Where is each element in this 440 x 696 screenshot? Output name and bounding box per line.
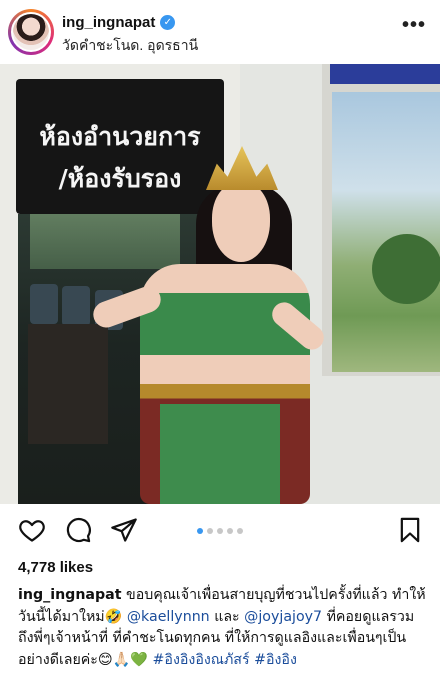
carousel-dot	[217, 528, 223, 534]
photo-painting	[332, 92, 440, 372]
sign-text-line1: ห้องอำนวยการ	[39, 122, 201, 151]
carousel-dot	[237, 528, 243, 534]
carousel-dot	[207, 528, 213, 534]
more-options-icon[interactable]: •••	[402, 14, 426, 37]
action-bar	[0, 506, 440, 554]
caption-text: และ	[209, 608, 245, 625]
avatar[interactable]	[8, 9, 54, 55]
photo-window	[30, 214, 180, 269]
photo-painting-tree	[372, 234, 440, 304]
sign-text-line2: /ห้องรับรอง	[58, 164, 182, 193]
verified-badge-icon: ✓	[160, 15, 176, 30]
bookmark-icon[interactable]	[396, 516, 424, 544]
mention-link[interactable]: @kaellynnn	[127, 609, 210, 625]
photo-dancer-face	[212, 182, 270, 262]
mention-link[interactable]: @joyjajoy7	[244, 609, 322, 625]
photo-chair	[62, 286, 90, 326]
post-caption: ing_ingnapat ขอบคุณเจ้าเพื่อนสายบุญที่ชว…	[18, 585, 428, 671]
photo-sign: ห้องอำนวยการ /ห้องรับรอง	[16, 79, 224, 214]
photo-table	[28, 324, 108, 444]
carousel-dot	[227, 528, 233, 534]
photo-dancer-skirt	[160, 404, 280, 504]
photo-chair	[30, 284, 58, 324]
username-link[interactable]: ing_ingnapat	[62, 14, 155, 31]
location-link[interactable]: วัดคำชะโนด. อุดรธานี	[62, 35, 198, 57]
carousel-indicator	[0, 528, 440, 534]
photo-blue-frame	[330, 64, 440, 84]
post-header: ing_ingnapat ✓ วัดคำชะโนด. อุดรธานี •••	[0, 0, 440, 64]
caption-username[interactable]: ing_ingnapat	[18, 587, 122, 603]
carousel-dot-active	[197, 528, 203, 534]
post-photo[interactable]: ห้องอำนวยการ /ห้องรับรอง	[0, 64, 440, 504]
hashtag-link[interactable]: #อิงอิง	[254, 652, 297, 668]
username-row: ing_ingnapat ✓	[62, 14, 176, 31]
hashtag-link[interactable]: #อิงอิงอิงณภัสร์	[153, 652, 250, 668]
avatar-image	[11, 12, 51, 52]
likes-count[interactable]: 4,778 likes	[18, 559, 93, 576]
